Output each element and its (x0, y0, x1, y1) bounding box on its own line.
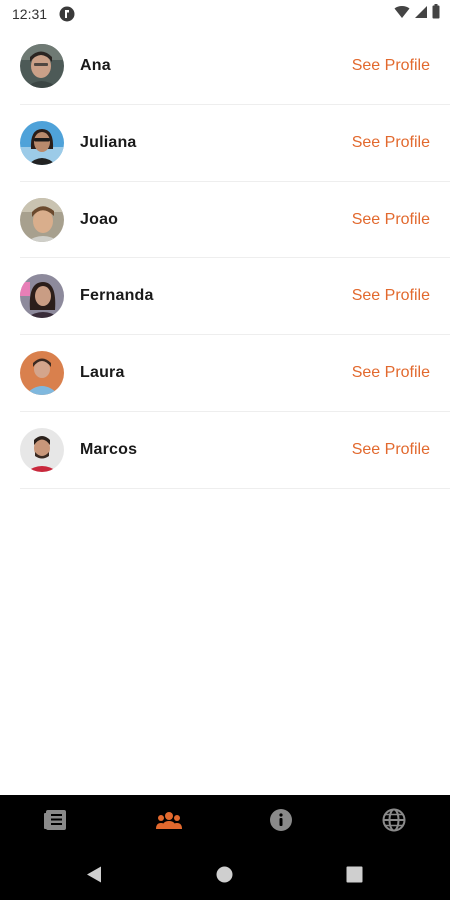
cell-signal-icon (414, 5, 428, 24)
see-profile-link[interactable]: See Profile (352, 211, 430, 229)
contact-name: Fernanda (80, 287, 154, 305)
status-time: 12:31 (12, 6, 48, 22)
see-profile-link[interactable]: See Profile (352, 364, 430, 382)
contact-name: Marcos (80, 440, 138, 458)
avatar-marcos (20, 427, 64, 472)
contact-name: Ana (80, 57, 111, 74)
globe-icon (382, 808, 406, 837)
contact-name: Joao (80, 210, 119, 228)
people-icon (155, 811, 182, 834)
contact-row: Laura See Profile (20, 335, 450, 412)
wifi-icon (394, 5, 410, 24)
tab-globe[interactable] (338, 795, 450, 849)
info-icon (269, 808, 293, 837)
app-notification-icon (59, 6, 75, 22)
see-profile-link[interactable]: See Profile (352, 57, 430, 75)
back-icon[interactable] (86, 866, 102, 888)
see-profile-link[interactable]: See Profile (352, 441, 430, 459)
status-bar: 12:31 (0, 0, 450, 30)
status-indicators (394, 4, 440, 24)
contact-name: Laura (80, 364, 125, 382)
contact-name: Juliana (80, 133, 137, 151)
news-list-icon (44, 809, 68, 836)
contact-row: Joao See Profile (20, 182, 450, 259)
contact-list: Ana See Profile Juliana See Profile Joao… (20, 28, 450, 489)
contact-row: Juliana See Profile (20, 105, 450, 182)
bottom-tab-bar (0, 795, 450, 849)
system-nav-bar (0, 849, 450, 900)
home-icon[interactable] (216, 866, 233, 888)
avatar-ana (20, 44, 64, 88)
avatar-juliana (20, 120, 64, 165)
avatar-laura (20, 351, 64, 396)
battery-icon (432, 4, 440, 24)
contact-row: Marcos See Profile (20, 412, 450, 489)
tab-people[interactable] (113, 795, 226, 849)
recents-icon[interactable] (346, 866, 363, 888)
see-profile-link[interactable]: See Profile (352, 287, 430, 305)
tab-info[interactable] (225, 795, 338, 849)
avatar-joao (20, 197, 64, 242)
avatar-fernanda (20, 274, 64, 319)
contact-row: Ana See Profile (20, 28, 450, 105)
tab-news[interactable] (0, 795, 113, 849)
see-profile-link[interactable]: See Profile (352, 134, 430, 152)
contact-row: Fernanda See Profile (20, 258, 450, 336)
